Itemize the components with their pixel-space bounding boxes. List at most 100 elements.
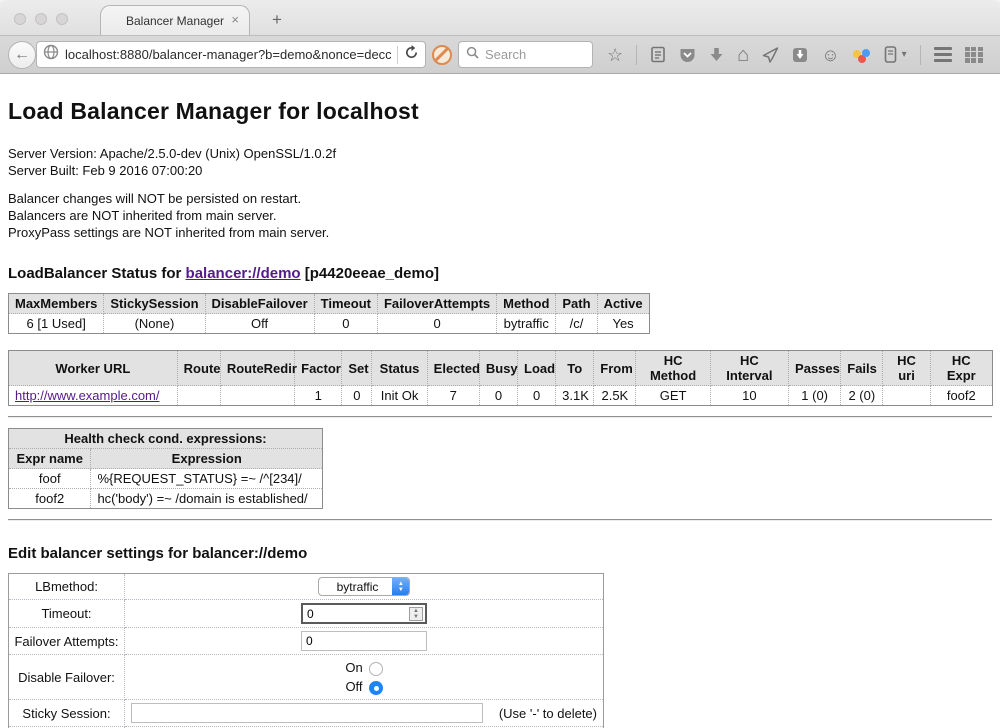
- search-input[interactable]: Search: [485, 47, 526, 62]
- lbmethod-select[interactable]: bytraffic ▲▼: [318, 577, 411, 596]
- globe-icon: [43, 44, 59, 65]
- server-version: Server Version: Apache/2.5.0-dev (Unix) …: [8, 145, 992, 162]
- edit-balancer-heading: Edit balancer settings for balancer://de…: [8, 545, 992, 562]
- cell-failoverattempts: 0: [377, 314, 496, 334]
- cell-set: 0: [342, 386, 372, 406]
- cell-hc-uri: [883, 386, 930, 406]
- timeout-label: Timeout:: [9, 600, 125, 628]
- note-proxypass: ProxyPass settings are NOT inherited fro…: [8, 224, 992, 241]
- lbmethod-selected-value: bytraffic: [319, 578, 393, 595]
- divider: [8, 519, 992, 521]
- cell-factor: 1: [295, 386, 342, 406]
- balancer-demo-link[interactable]: balancer://demo: [186, 265, 301, 282]
- feedback-smiley-icon[interactable]: ☺: [821, 46, 839, 64]
- tab-balancer-manager[interactable]: Balancer Manager ×: [100, 5, 250, 35]
- content-block-icon[interactable]: [432, 45, 452, 65]
- table-header-row: MaxMembers StickySession DisableFailover…: [9, 294, 650, 314]
- note-inherit: Balancers are NOT inherited from main se…: [8, 207, 992, 224]
- cell-active: Yes: [597, 314, 649, 334]
- col-to: To: [556, 351, 594, 386]
- page-content: Load Balancer Manager for localhost Serv…: [0, 74, 1000, 728]
- col-worker-url: Worker URL: [9, 351, 178, 386]
- browser-window: Balancer Manager × + ← localhost:8880/ba…: [0, 0, 1000, 728]
- number-spinner-icon[interactable]: ▲▼: [409, 607, 423, 621]
- reading-list-icon[interactable]: [650, 46, 666, 63]
- col-hc-uri: HC uri: [883, 351, 930, 386]
- col-active: Active: [597, 294, 649, 314]
- radio-on-label: On: [345, 660, 362, 675]
- search-bar[interactable]: Search: [458, 41, 593, 68]
- cell-fails: 2 (0): [841, 386, 883, 406]
- form-row-disable-failover: Disable Failover: On Off: [9, 655, 604, 700]
- url-bar[interactable]: localhost:8880/balancer-manager?b=demo&n…: [36, 41, 426, 68]
- form-row-failover-attempts: Failover Attempts:: [9, 628, 604, 655]
- table-row: foof %{REQUEST_STATUS} =~ /^[234]/: [9, 469, 323, 489]
- cell-path: /c/: [556, 314, 597, 334]
- col-stickysession: StickySession: [104, 294, 205, 314]
- col-fails: Fails: [841, 351, 883, 386]
- cell-stickysession: (None): [104, 314, 205, 334]
- cell-hc-expr: foof2: [930, 386, 992, 406]
- tab-close-icon[interactable]: ×: [231, 12, 239, 27]
- cell-to: 3.1K: [556, 386, 594, 406]
- minimize-window-button[interactable]: [35, 13, 47, 25]
- col-from: From: [594, 351, 636, 386]
- health-check-table: Health check cond. expressions: Expr nam…: [8, 428, 323, 509]
- radio-on[interactable]: [369, 662, 383, 676]
- form-row-sticky-session: Sticky Session: (Use '-' to delete): [9, 700, 604, 727]
- new-tab-button[interactable]: +: [266, 10, 288, 30]
- tab-bar: Balancer Manager × +: [0, 0, 1000, 36]
- cell-expr-name: foof2: [9, 489, 91, 509]
- worker-url-link[interactable]: http://www.example.com/: [15, 388, 160, 403]
- table-row: http://www.example.com/ 1 0 Init Ok 7 0 …: [9, 386, 993, 406]
- cell-expression: hc('body') =~ /domain is established/: [91, 489, 323, 509]
- sticky-session-input[interactable]: [131, 703, 483, 723]
- home-icon[interactable]: ⌂: [737, 45, 749, 65]
- cell-maxmembers: 6 [1 Used]: [9, 314, 104, 334]
- menu-icon[interactable]: [934, 47, 952, 62]
- form-row-lbmethod: LBmethod: bytraffic ▲▼: [9, 574, 604, 600]
- color-dots-icon[interactable]: [853, 47, 871, 63]
- failover-attempts-label: Failover Attempts:: [9, 628, 125, 655]
- radio-off[interactable]: [369, 681, 383, 695]
- cell-hc-method: GET: [636, 386, 710, 406]
- timeout-input[interactable]: [307, 607, 409, 621]
- navigation-toolbar: ← localhost:8880/balancer-manager?b=demo…: [0, 36, 1000, 74]
- notes-icon[interactable]: [884, 46, 897, 63]
- send-plane-icon[interactable]: [762, 47, 779, 63]
- back-button[interactable]: ←: [8, 41, 36, 69]
- status-heading-suffix: [p4420eeae_demo]: [301, 265, 439, 282]
- col-hc-method: HC Method: [636, 351, 710, 386]
- col-timeout: Timeout: [314, 294, 377, 314]
- status-heading-prefix: LoadBalancer Status for: [8, 265, 186, 282]
- close-window-button[interactable]: [14, 13, 26, 25]
- urlbar-divider: [397, 46, 398, 64]
- zoom-window-button[interactable]: [56, 13, 68, 25]
- server-built: Server Built: Feb 9 2016 07:00:20: [8, 162, 992, 179]
- toolbar-divider-2: [920, 45, 921, 65]
- col-failoverattempts: FailoverAttempts: [377, 294, 496, 314]
- download-panel-icon[interactable]: [792, 47, 808, 63]
- reload-icon[interactable]: [404, 45, 419, 65]
- col-status: Status: [372, 351, 427, 386]
- sticky-session-hint: (Use '-' to delete): [499, 706, 597, 721]
- edit-balancer-form: LBmethod: bytraffic ▲▼ Timeout: ▲▼: [8, 573, 604, 728]
- url-input[interactable]: localhost:8880/balancer-manager?b=demo&n…: [65, 47, 391, 62]
- col-passes: Passes: [789, 351, 841, 386]
- disable-failover-label: Disable Failover:: [9, 655, 125, 700]
- downloads-icon[interactable]: [709, 47, 724, 63]
- tab-grid-icon[interactable]: [965, 47, 983, 63]
- col-routeredir: RouteRedir: [220, 351, 294, 386]
- form-row-timeout: Timeout: ▲▼: [9, 600, 604, 628]
- cell-hc-interval: 10: [710, 386, 788, 406]
- col-factor: Factor: [295, 351, 342, 386]
- col-load: Load: [518, 351, 556, 386]
- timeout-input-wrapper: ▲▼: [301, 603, 427, 624]
- bookmark-star-icon[interactable]: ☆: [607, 46, 623, 64]
- select-stepper-icon: ▲▼: [392, 578, 409, 595]
- chevron-down-icon[interactable]: ▾: [902, 49, 907, 60]
- pocket-icon[interactable]: [679, 47, 696, 63]
- col-method: Method: [497, 294, 556, 314]
- table-title-row: Health check cond. expressions:: [9, 429, 323, 449]
- failover-attempts-input[interactable]: [301, 631, 427, 651]
